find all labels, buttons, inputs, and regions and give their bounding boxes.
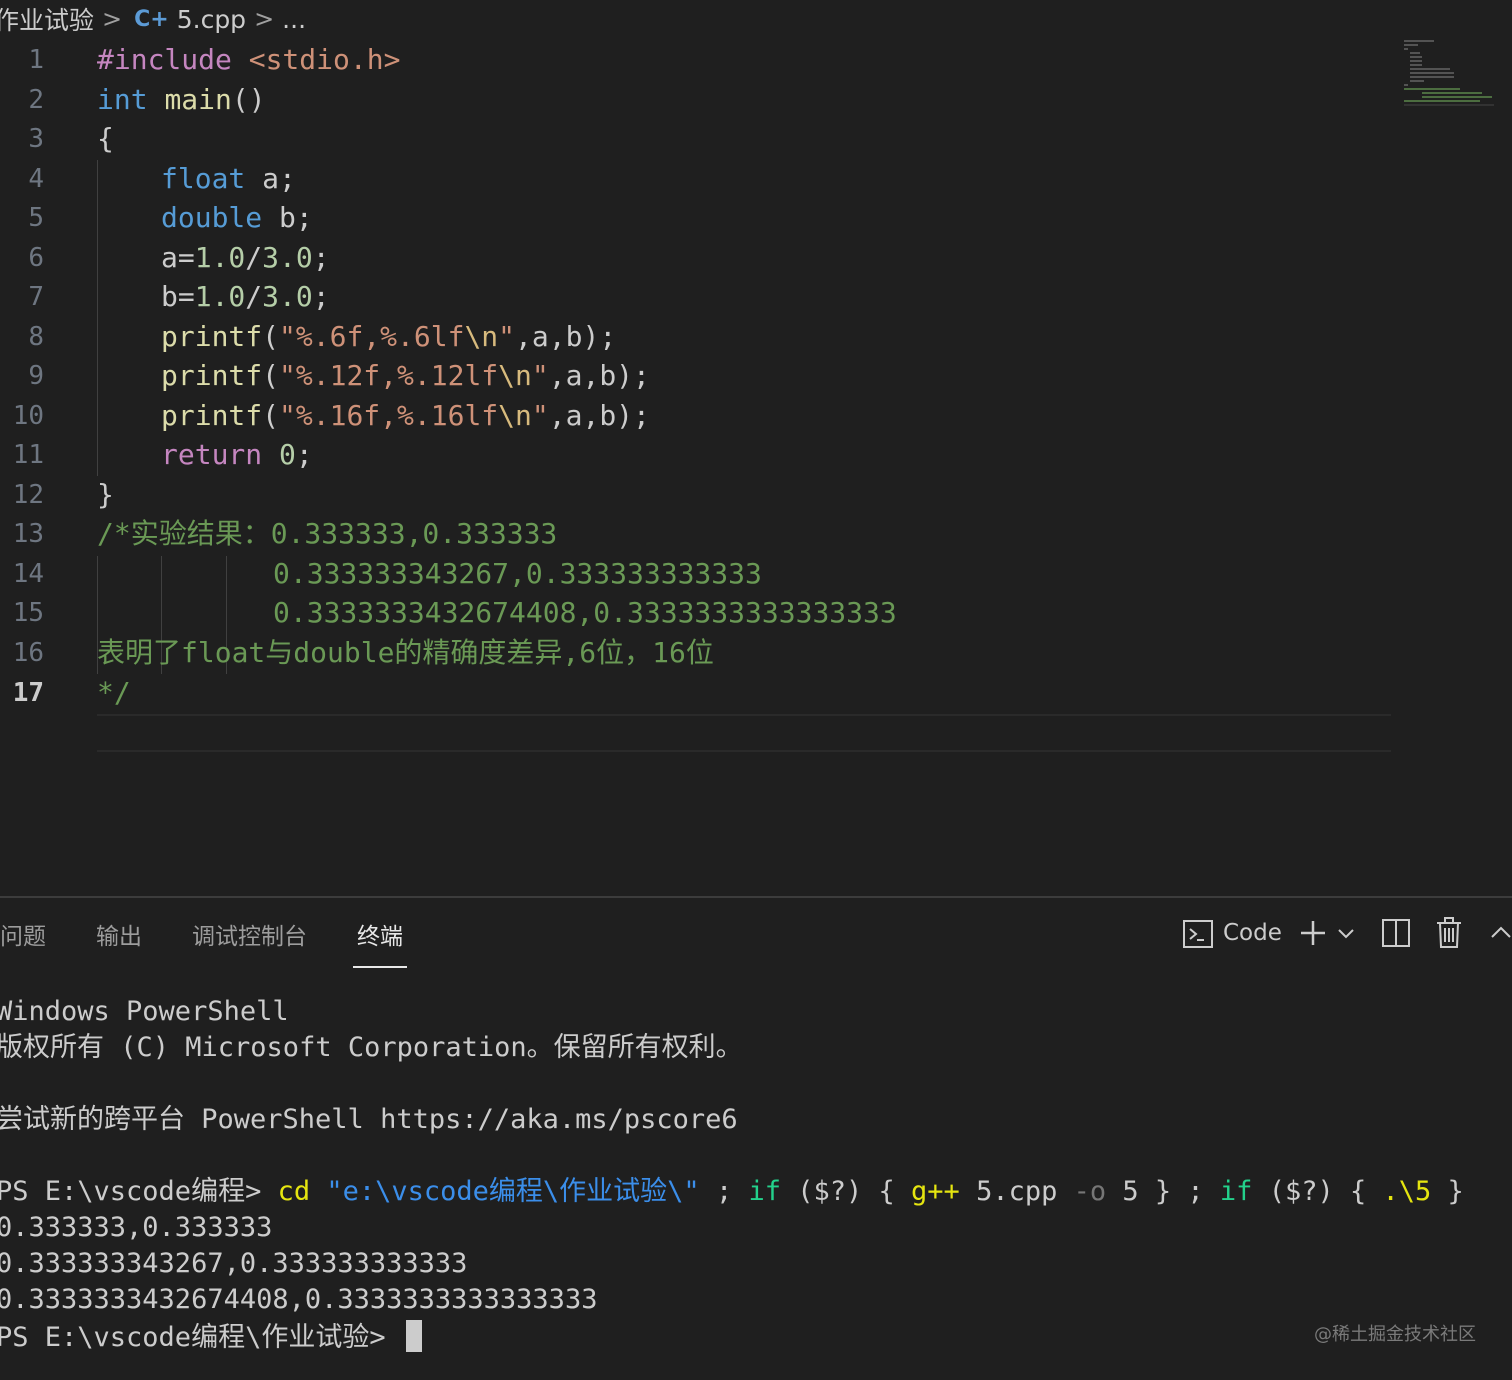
terminal-command-line: PS E:\vscode编程> cd "e:\vscode编程\作业试验\" ;… <box>0 1174 1464 1210</box>
brace: } <box>97 478 114 511</box>
terminal-line: 版权所有 (C) Microsoft Corporation。保留所有权利。 <box>0 1032 743 1063</box>
tab-problems[interactable]: 问题 <box>0 915 46 959</box>
watermark: @稀土掘金技术社区 <box>1314 1324 1476 1345</box>
terminal-icon[interactable] <box>1182 918 1214 954</box>
code-line: 4 float a; <box>0 159 1400 199</box>
line-number: 8 <box>28 322 44 352</box>
line-number: 11 <box>12 440 44 470</box>
current-line-highlight <box>97 714 1391 752</box>
terminal-line: 0.333333,0.333333 <box>0 1212 273 1243</box>
line-number: 13 <box>12 519 44 549</box>
line-number: 14 <box>12 559 44 589</box>
terminal-prompt-line: PS E:\vscode编程\作业试验> <box>0 1320 422 1356</box>
line-number: 1 <box>28 45 44 75</box>
brace: { <box>97 122 114 155</box>
code-line: 6 a=1.0/3.0; <box>0 238 1400 278</box>
line-number: 2 <box>28 85 44 115</box>
parens: () <box>231 83 266 116</box>
code-line: 16 表明了float与double的精确度差异,6位，16位 <box>0 633 1400 673</box>
line-number: 16 <box>12 638 44 668</box>
breadcrumb-more[interactable]: ... <box>282 5 306 34</box>
terminal-line: 0.3333333432674408,0.3333333333333333 <box>0 1284 598 1315</box>
terminal-cursor <box>405 1320 422 1352</box>
code-line: 7 b=1.0/3.0; <box>0 277 1400 317</box>
code-line: 15 0.3333333432674408,0.3333333333333333 <box>0 593 1400 633</box>
type-keyword: double <box>161 201 263 234</box>
code-line: 5 double b; <box>0 198 1400 238</box>
terminal-profile-label[interactable]: Code <box>1223 920 1282 946</box>
command-exe: .\5 <box>1382 1176 1432 1207</box>
code-editor[interactable]: 1 #include <stdio.h> 2 int main() 3 { 4 … <box>0 40 1400 752</box>
tab-terminal[interactable]: 终端 <box>357 915 403 959</box>
comment: 0.3333333432674408,0.3333333333333333 <box>273 596 897 629</box>
tab-debug-console[interactable]: 调试控制台 <box>192 915 307 959</box>
code-line: 11 return 0; <box>0 435 1400 475</box>
line-number: 12 <box>12 480 44 510</box>
minimap[interactable] <box>1400 38 1500 108</box>
chevron-up-icon[interactable] <box>1490 924 1512 944</box>
comment: */ <box>97 676 131 709</box>
comment: 表明了float与double的精确度差异,6位，16位 <box>97 636 714 669</box>
breadcrumb-file[interactable]: 5.cpp <box>177 5 246 34</box>
code-line: 17 */ <box>0 673 1400 713</box>
tab-output[interactable]: 输出 <box>96 915 142 959</box>
active-tab-indicator <box>353 966 407 968</box>
line-number: 3 <box>28 124 44 154</box>
include-directive: #include <box>97 43 249 76</box>
prompt: PS E:\vscode编程\作业试验> <box>0 1322 402 1353</box>
command-path: "e:\vscode编程\作业试验\" <box>326 1176 700 1207</box>
command-cd: cd <box>277 1176 311 1207</box>
line-number: 9 <box>28 361 44 391</box>
breadcrumb-separator: > <box>102 5 123 33</box>
panel-divider[interactable] <box>0 896 1512 898</box>
cpp-file-icon: C+ <box>134 6 169 32</box>
prompt: PS E:\vscode编程> <box>0 1176 278 1207</box>
code-line: 10 printf("%.16f,%.16lf\n",a,b); <box>0 396 1400 436</box>
comment: /*实验结果：0.333333,0.333333 <box>97 517 558 550</box>
type-keyword: float <box>161 162 246 195</box>
vscode-window: 作业试验 > C+ 5.cpp > ... 1 #include <stdio.… <box>0 0 1512 1380</box>
chevron-down-icon[interactable] <box>1337 926 1355 945</box>
declaration: b; <box>262 201 313 234</box>
line-number: 10 <box>12 401 44 431</box>
terminal-line: Windows PowerShell <box>0 996 289 1027</box>
breadcrumb-folder[interactable]: 作业试验 <box>0 1 94 37</box>
line-number: 15 <box>12 598 44 628</box>
terminal-line: 0.333333343267,0.333333333333 <box>0 1248 468 1279</box>
split-icon[interactable] <box>1381 918 1411 952</box>
terminal-line: 尝试新的跨平台 PowerShell https://aka.ms/pscore… <box>0 1104 738 1135</box>
code-line: 3 { <box>0 119 1400 159</box>
keyword-if: if <box>1219 1176 1253 1207</box>
breadcrumb-separator-2: > <box>254 5 275 33</box>
code-line: 12 } <box>0 475 1400 515</box>
comment: 0.333333343267,0.333333333333 <box>273 557 762 590</box>
trash-icon[interactable] <box>1435 917 1463 953</box>
command-gpp: g++ <box>911 1176 960 1207</box>
line-number: 6 <box>28 243 44 273</box>
code-line: 2 int main() <box>0 80 1400 120</box>
code-line: 14 0.333333343267,0.333333333333 <box>0 554 1400 594</box>
line-number: 4 <box>28 164 44 194</box>
plus-icon[interactable] <box>1298 918 1328 952</box>
flag: -o <box>1073 1176 1107 1207</box>
code-line: 13 /*实验结果：0.333333,0.333333 <box>0 514 1400 554</box>
type-keyword: int <box>97 83 148 116</box>
breadcrumb: 作业试验 > C+ 5.cpp > ... <box>0 0 306 38</box>
code-line: 8 printf("%.6f,%.6lf\n",a,b); <box>0 317 1400 357</box>
panel-actions: Code <box>1170 912 1512 958</box>
code-line: 1 #include <stdio.h> <box>0 40 1400 80</box>
line-number: 5 <box>28 203 44 233</box>
declaration: a; <box>245 162 296 195</box>
include-path: <stdio.h> <box>248 43 401 76</box>
keyword-if: if <box>748 1176 781 1207</box>
line-number: 7 <box>28 282 44 312</box>
function-name: main <box>164 83 232 116</box>
line-number: 17 <box>12 678 44 708</box>
code-line: 9 printf("%.12f,%.12lf\n",a,b); <box>0 356 1400 396</box>
